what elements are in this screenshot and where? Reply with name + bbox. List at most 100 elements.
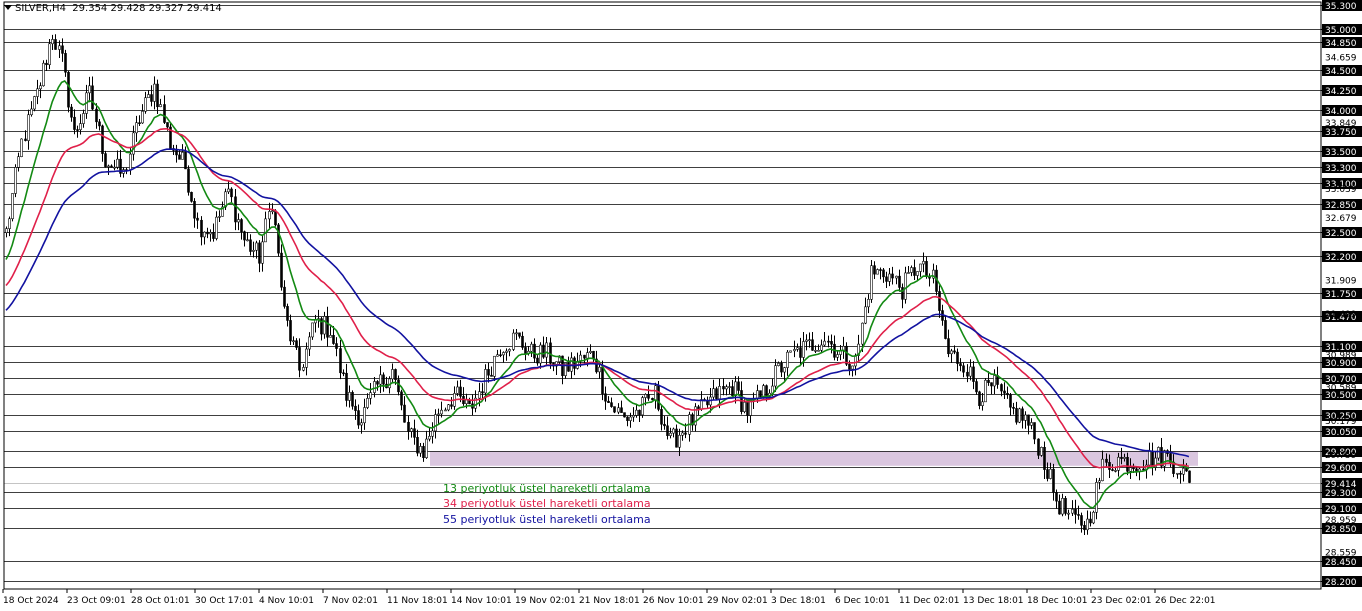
candle-bull [808,339,811,342]
candle-bull [993,375,996,387]
candle-bull [79,123,82,131]
candle-bull [586,352,589,359]
time-label: 14 Nov 10:01 [451,596,512,606]
candle-bear [848,363,851,370]
candle-bear [799,347,802,358]
price-label: 29.300 [1325,489,1357,499]
candle-bull [629,416,632,421]
candle-bear [175,150,178,156]
candle-bull [777,362,780,366]
candle-bear [925,261,928,277]
price-label-minor: 28.959 [1325,516,1357,526]
candle-bull [17,156,20,168]
candle-bear [345,372,348,401]
candle-bear [1126,456,1129,472]
candle-bear [335,343,338,349]
price-label: 34.500 [1325,67,1357,77]
candle-bear [243,231,246,241]
candle-bear [187,168,190,193]
candle-bull [1123,456,1126,459]
candle-bull [308,336,311,350]
candle-bear [811,339,814,351]
candle-bear [845,345,848,365]
candle-bull [1040,447,1043,456]
candle-bear [200,219,203,238]
candle-bull [363,407,366,424]
price-label: 30.050 [1325,428,1357,438]
candle-bear [1046,469,1049,479]
time-label: 28 Oct 01:01 [131,596,190,606]
time-label: 11 Dec 02:01 [899,596,960,606]
price-label: 28.850 [1325,525,1357,535]
candle-bull [113,166,116,169]
candle-bull [218,216,221,218]
candle-bull [598,366,601,373]
candle-bull [805,339,808,342]
candle-bear [1012,406,1015,409]
candle-bear [978,391,981,406]
candle-bull [678,434,681,448]
candle-bear [1021,408,1024,421]
dropdown-triangle-icon[interactable] [4,5,12,10]
candle-bull [836,354,839,358]
candle-bear [990,382,993,387]
candle-bull [1098,480,1101,483]
candle-bear [944,320,947,339]
candle-bear [98,121,101,127]
candle-bear [521,335,524,348]
time-label: 7 Nov 02:01 [323,596,378,606]
candle-bear [1055,492,1058,502]
candle-bull [725,386,728,390]
price-label: 33.500 [1325,148,1357,158]
candle-bull [478,391,481,399]
candle-bear [76,129,79,131]
candle-bull [147,94,150,99]
candle-bear [240,219,243,232]
candle-bull [36,88,39,97]
candle-bull [261,241,264,264]
candle-bull [861,322,864,345]
candle-bull [1067,512,1070,515]
price-label-minor: 34.659 [1325,54,1357,64]
candle-bull [1176,472,1179,475]
price-label: 34.250 [1325,87,1357,97]
price-label: 29.100 [1325,505,1357,515]
candle-bear [879,269,882,271]
candle-bull [1024,414,1027,421]
candle-bull [20,138,23,157]
candle-bear [403,404,406,423]
candle-bull [774,365,777,387]
candle-bear [1015,408,1018,423]
candle-bear [715,388,718,400]
candle-bear [524,347,527,355]
price-label: 31.750 [1325,290,1357,300]
candle-bear [647,394,650,399]
candle-bull [302,367,305,371]
candle-bear [666,425,669,436]
candle-bear [64,53,67,73]
price-chart[interactable]: 35.300 35.000 34.850 34.500 34.250 34.000 33.7… [0,0,1362,611]
candle-bull [854,355,857,367]
candle-bear [533,343,536,359]
candle-bear [230,188,233,198]
price-label: 33.300 [1325,164,1357,174]
candle-bull [440,409,443,415]
price-label: 32.850 [1325,201,1357,211]
candle-bear [376,381,379,385]
legend-ema-34: 34 periyotluk üstel hareketli ortalama [443,497,651,510]
candle-bull [33,96,36,110]
candle-bear [178,154,181,160]
candle-bull [82,113,85,124]
candle-bear [972,366,975,382]
price-label: 28.200 [1325,578,1357,588]
candle-bear [95,108,98,123]
candle-bull [888,273,891,282]
candle-bear [156,83,159,108]
candle-bull [734,381,737,397]
candle-bear [873,265,876,275]
candle-bear [45,62,48,66]
price-label: 34.000 [1325,107,1357,117]
price-label-minor: 30.589 [1325,384,1357,394]
candle-bull [1114,470,1117,472]
candle-bull [681,432,684,436]
